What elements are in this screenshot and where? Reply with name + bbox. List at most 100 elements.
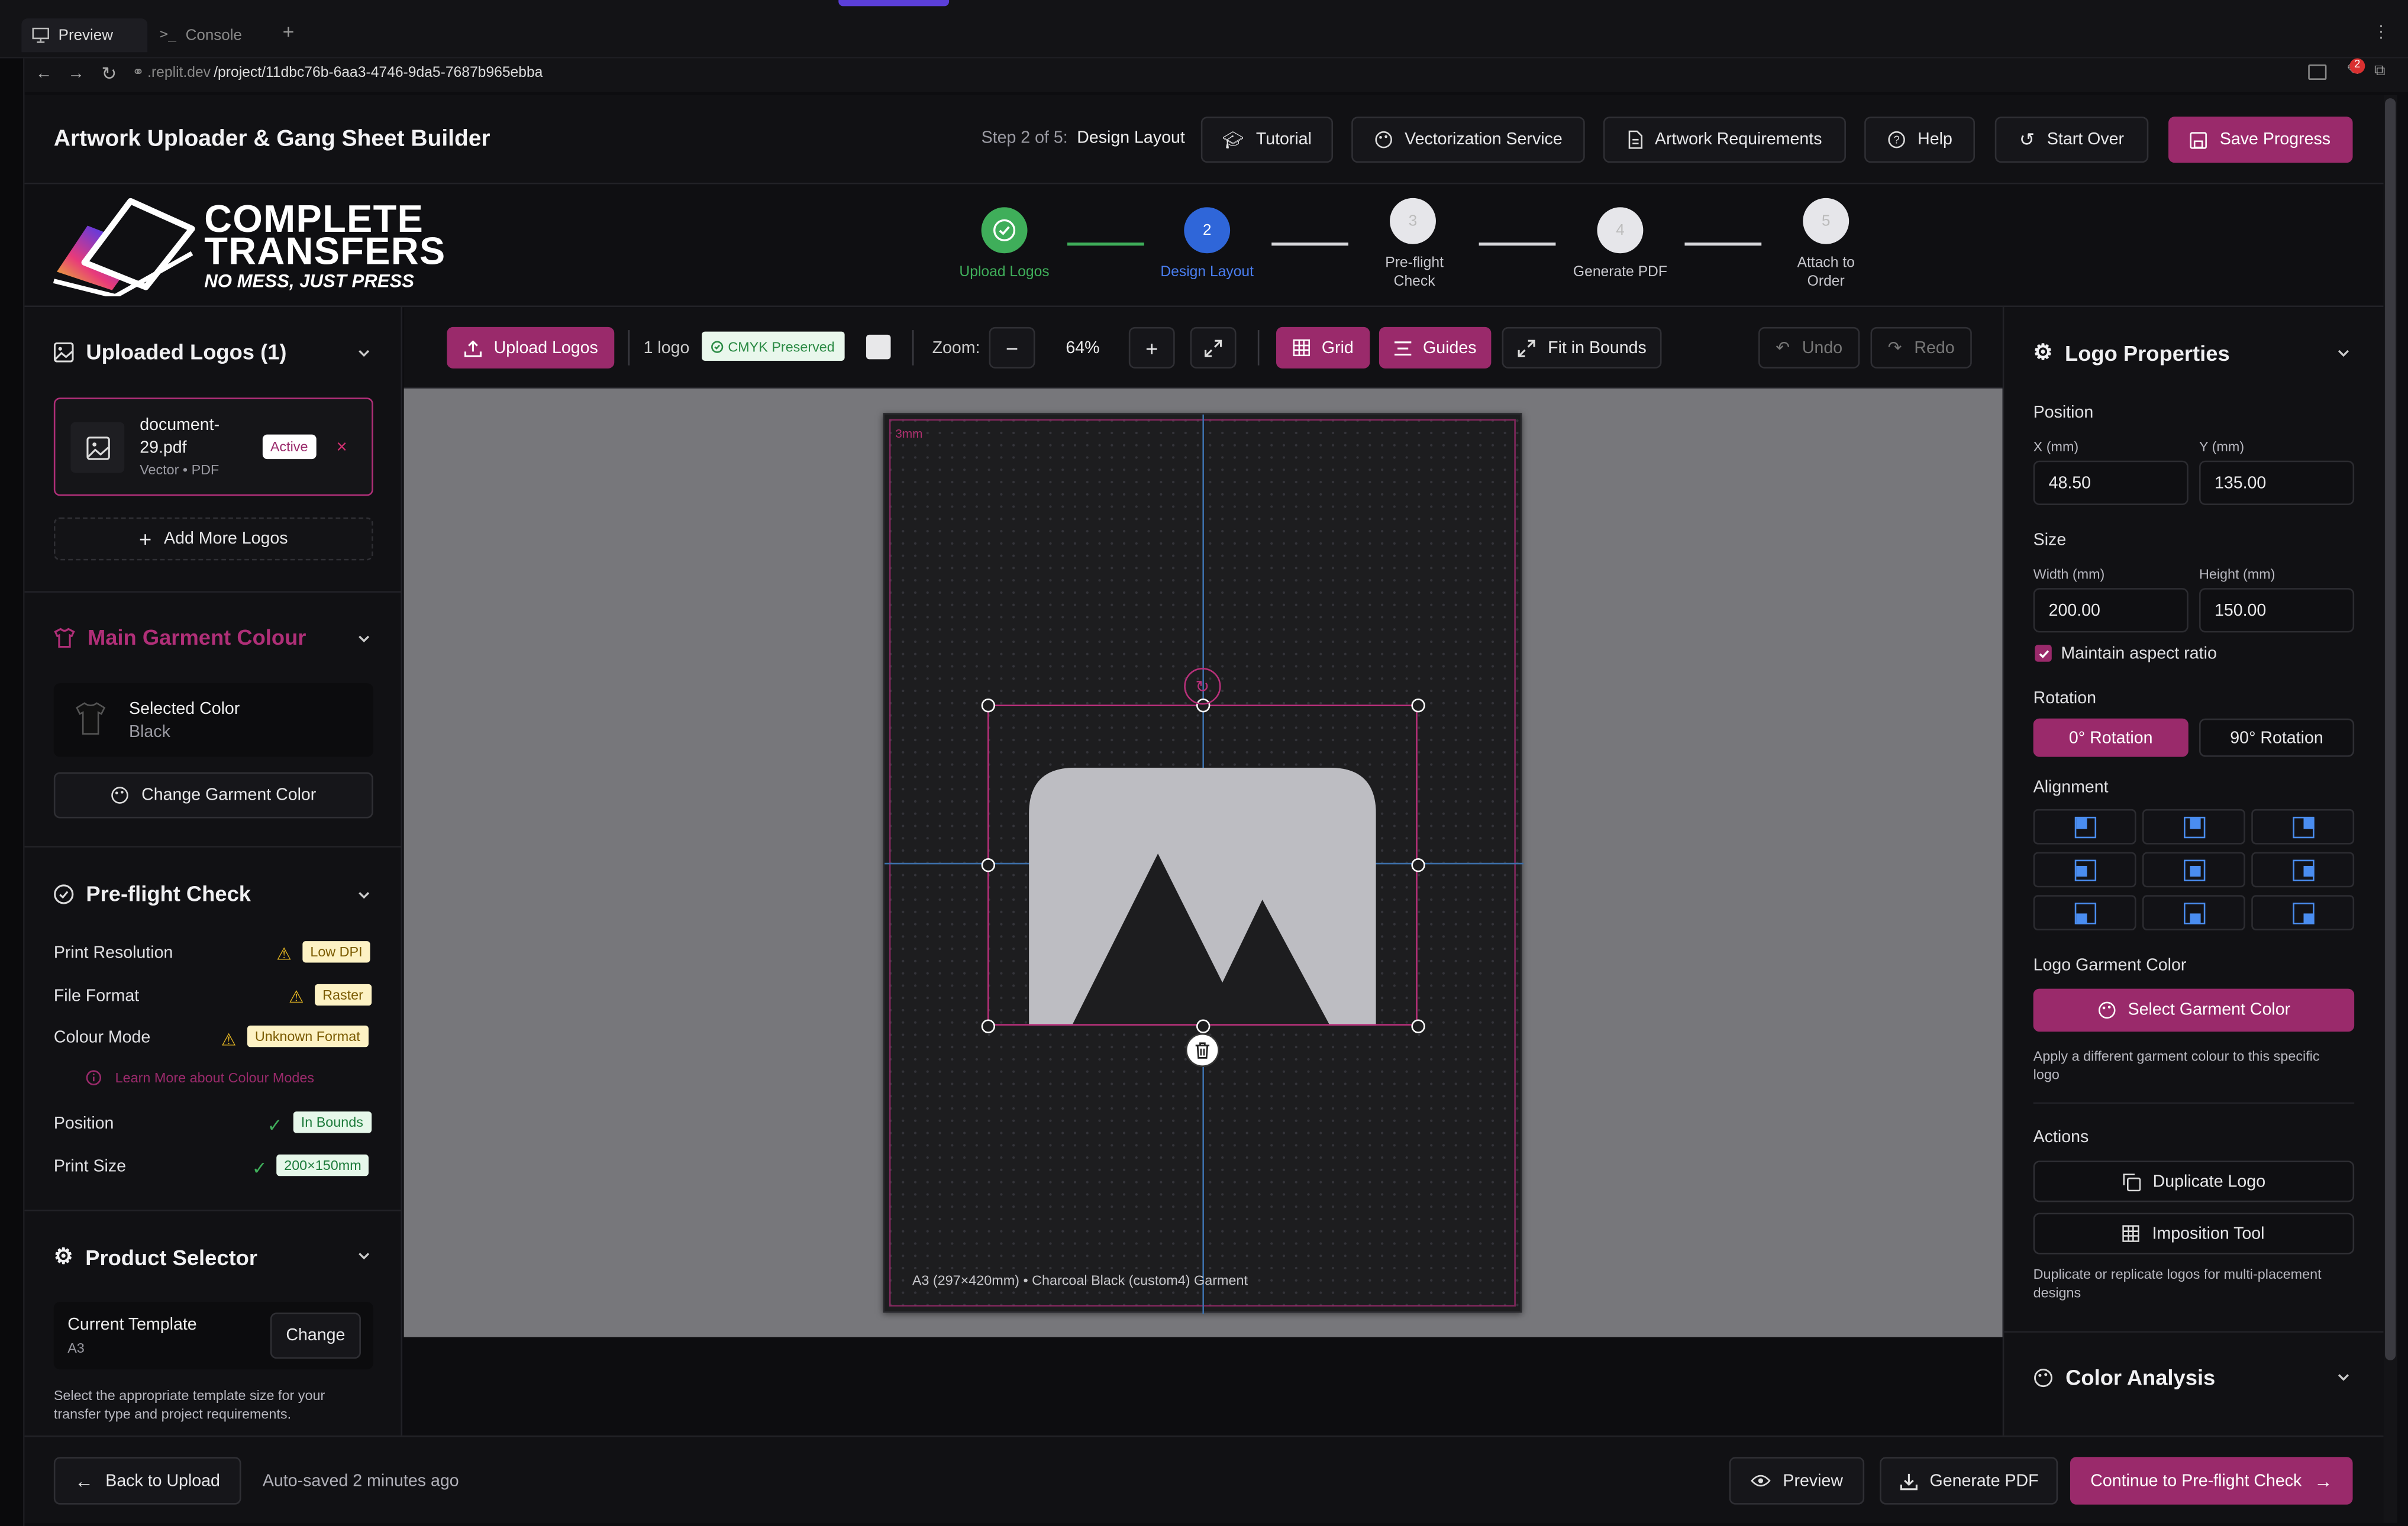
width-input[interactable]: 200.00 bbox=[2033, 588, 2188, 633]
fullscreen-button[interactable] bbox=[1190, 326, 1237, 368]
grid-label: Grid bbox=[1321, 338, 1354, 357]
left-sidebar: Uploaded Logos (1) document-29.pdf Vecto… bbox=[24, 307, 403, 1436]
rotation-90-button[interactable]: 90° Rotation bbox=[2199, 718, 2355, 757]
align-top-right-button[interactable] bbox=[2251, 809, 2355, 845]
devices-icon[interactable] bbox=[2308, 64, 2327, 80]
x-input[interactable]: 48.50 bbox=[2033, 460, 2188, 505]
product-selector-title[interactable]: ⚙ Product Selector bbox=[54, 1243, 257, 1269]
duplicate-logo-button[interactable]: Duplicate Logo bbox=[2033, 1160, 2355, 1202]
continue-button[interactable]: Continue to Pre-flight Check → bbox=[2070, 1457, 2353, 1505]
preflight-badge: Raster bbox=[315, 984, 371, 1006]
tab-preview[interactable]: Preview bbox=[21, 18, 148, 53]
resize-handle-mr[interactable] bbox=[1411, 858, 1425, 872]
chevron-down-icon[interactable] bbox=[2334, 344, 2352, 362]
actions-help-text: Duplicate or replicate logos for multi-p… bbox=[2033, 1266, 2322, 1301]
chevron-down-icon[interactable] bbox=[355, 344, 373, 362]
color-swatch-button[interactable] bbox=[866, 334, 891, 360]
preflight-row-label: Print Resolution bbox=[53, 944, 173, 963]
chevron-down-icon[interactable] bbox=[355, 1247, 373, 1265]
y-input[interactable]: 135.00 bbox=[2199, 460, 2355, 505]
tab-console[interactable]: >_ Console bbox=[154, 18, 280, 52]
resize-handle-tl[interactable] bbox=[981, 699, 995, 713]
check-circle-icon bbox=[993, 219, 1016, 241]
back-icon[interactable]: ← bbox=[35, 64, 53, 83]
save-progress-button[interactable]: Save Progress bbox=[2168, 117, 2353, 163]
redo-label: Redo bbox=[1914, 338, 1955, 357]
align-top-center-button[interactable] bbox=[2142, 809, 2245, 845]
page-scrollbar[interactable] bbox=[2383, 95, 2397, 1523]
change-template-button[interactable]: Change bbox=[270, 1312, 361, 1359]
rotate-handle-icon[interactable]: ↻ bbox=[1184, 668, 1221, 705]
step-5-label: Attach to Order bbox=[1797, 254, 1855, 290]
preflight-badge: 200×150mm bbox=[276, 1154, 369, 1176]
add-more-logos-button[interactable]: + Add More Logos bbox=[53, 517, 373, 561]
delete-handle-icon[interactable] bbox=[1185, 1033, 1219, 1067]
artwork-requirements-button[interactable]: Artwork Requirements bbox=[1603, 117, 1846, 163]
tutorial-button[interactable]: 🎓︎ Tutorial bbox=[1200, 117, 1334, 163]
reload-icon[interactable]: ↻ bbox=[101, 63, 117, 84]
resize-handle-bm[interactable] bbox=[1196, 1019, 1211, 1033]
align-bottom-center-button[interactable] bbox=[2142, 895, 2245, 930]
align-middle-center-button[interactable] bbox=[2142, 852, 2245, 888]
start-over-button[interactable]: ↺ Start Over bbox=[1994, 117, 2149, 163]
more-menu-icon[interactable]: ⋮ bbox=[2373, 21, 2390, 41]
remove-logo-button[interactable]: × bbox=[336, 436, 347, 457]
resize-handle-ml[interactable] bbox=[981, 858, 995, 872]
align-middle-right-button[interactable] bbox=[2251, 852, 2355, 888]
forward-icon[interactable]: → bbox=[67, 64, 85, 83]
aspect-label: Maintain aspect ratio bbox=[2061, 645, 2217, 664]
resize-handle-bl[interactable] bbox=[981, 1019, 995, 1033]
color-analysis-title[interactable]: Color Analysis bbox=[2033, 1365, 2215, 1389]
scrollbar-thumb[interactable] bbox=[2385, 98, 2396, 1360]
preflight-title[interactable]: Pre-flight Check bbox=[54, 881, 251, 906]
upload-logos-button[interactable]: Upload Logos bbox=[447, 326, 615, 368]
back-to-upload-button[interactable]: ← Back to Upload bbox=[53, 1457, 241, 1505]
step-5-circle[interactable]: 5 bbox=[1803, 198, 1849, 244]
chevron-down-icon[interactable] bbox=[355, 629, 373, 648]
artboard[interactable]: 3mm ↻ A3 (297×420mm) • Charcoal Black (c… bbox=[883, 413, 1523, 1314]
align-bottom-right-button[interactable] bbox=[2251, 895, 2355, 930]
redo-button[interactable]: ↷ Redo bbox=[1870, 326, 1972, 368]
open-external-icon[interactable]: ⧉ bbox=[2374, 63, 2386, 80]
resize-handle-br[interactable] bbox=[1411, 1019, 1425, 1033]
zoom-out-button[interactable]: − bbox=[989, 326, 1035, 368]
logo-file-card[interactable]: document-29.pdf Vector • PDF Active × bbox=[53, 397, 373, 496]
logo-properties-title[interactable]: ⚙ Logo Properties bbox=[2033, 340, 2230, 366]
step-2-circle[interactable]: 2 bbox=[1184, 207, 1231, 254]
change-garment-color-button[interactable]: Change Garment Color bbox=[53, 772, 373, 819]
file-thumbnail bbox=[70, 422, 125, 473]
grid-toggle-button[interactable]: Grid bbox=[1276, 326, 1370, 368]
step-4-circle[interactable]: 4 bbox=[1597, 207, 1644, 254]
help-button[interactable]: ? Help bbox=[1864, 117, 1976, 163]
right-sidebar: ⚙ Logo Properties Position X (mm) Y (mm)… bbox=[2002, 307, 2384, 1436]
height-input[interactable]: 150.00 bbox=[2199, 588, 2355, 633]
imposition-tool-button[interactable]: Imposition Tool bbox=[2033, 1213, 2355, 1255]
align-middle-left-button[interactable] bbox=[2033, 852, 2136, 888]
aspect-checkbox[interactable] bbox=[2035, 645, 2052, 662]
garment-colour-title[interactable]: Main Garment Colour bbox=[54, 625, 306, 649]
chevron-down-icon[interactable] bbox=[2334, 1368, 2352, 1386]
generate-pdf-button[interactable]: Generate PDF bbox=[1880, 1457, 2058, 1505]
zoom-in-button[interactable]: + bbox=[1128, 326, 1175, 368]
learn-more-link[interactable]: Learn More about Colour Modes bbox=[86, 1070, 314, 1085]
new-tab-button[interactable]: + bbox=[283, 20, 295, 43]
align-top-left-button[interactable] bbox=[2033, 809, 2136, 845]
chevron-down-icon[interactable] bbox=[355, 886, 373, 904]
step-1-circle[interactable] bbox=[981, 207, 1028, 254]
preview-button[interactable]: Preview bbox=[1729, 1457, 1865, 1505]
resize-handle-tr[interactable] bbox=[1411, 699, 1425, 713]
rotation-0-button[interactable]: 0° Rotation bbox=[2033, 718, 2188, 757]
select-garment-color-button[interactable]: Select Garment Color bbox=[2033, 988, 2355, 1032]
vectorization-button[interactable]: Vectorization Service bbox=[1351, 117, 1585, 163]
step-name: Design Layout bbox=[1077, 129, 1185, 148]
align-bottom-left-button[interactable] bbox=[2033, 895, 2136, 930]
zoom-label: Zoom: bbox=[932, 339, 980, 358]
selection-box[interactable] bbox=[987, 704, 1418, 1026]
alignment-label: Alignment bbox=[2033, 778, 2109, 797]
step-3-circle[interactable]: 3 bbox=[1390, 198, 1436, 244]
undo-button[interactable]: ↶ Undo bbox=[1758, 326, 1860, 368]
url-field[interactable]: ⚭ .replit.dev/project/11dbc76b-6aa3-4746… bbox=[132, 64, 543, 82]
guides-toggle-button[interactable]: Guides bbox=[1379, 326, 1492, 368]
uploaded-logos-title[interactable]: Uploaded Logos (1) bbox=[53, 340, 287, 364]
fit-in-bounds-button[interactable]: Fit in Bounds bbox=[1502, 326, 1662, 368]
